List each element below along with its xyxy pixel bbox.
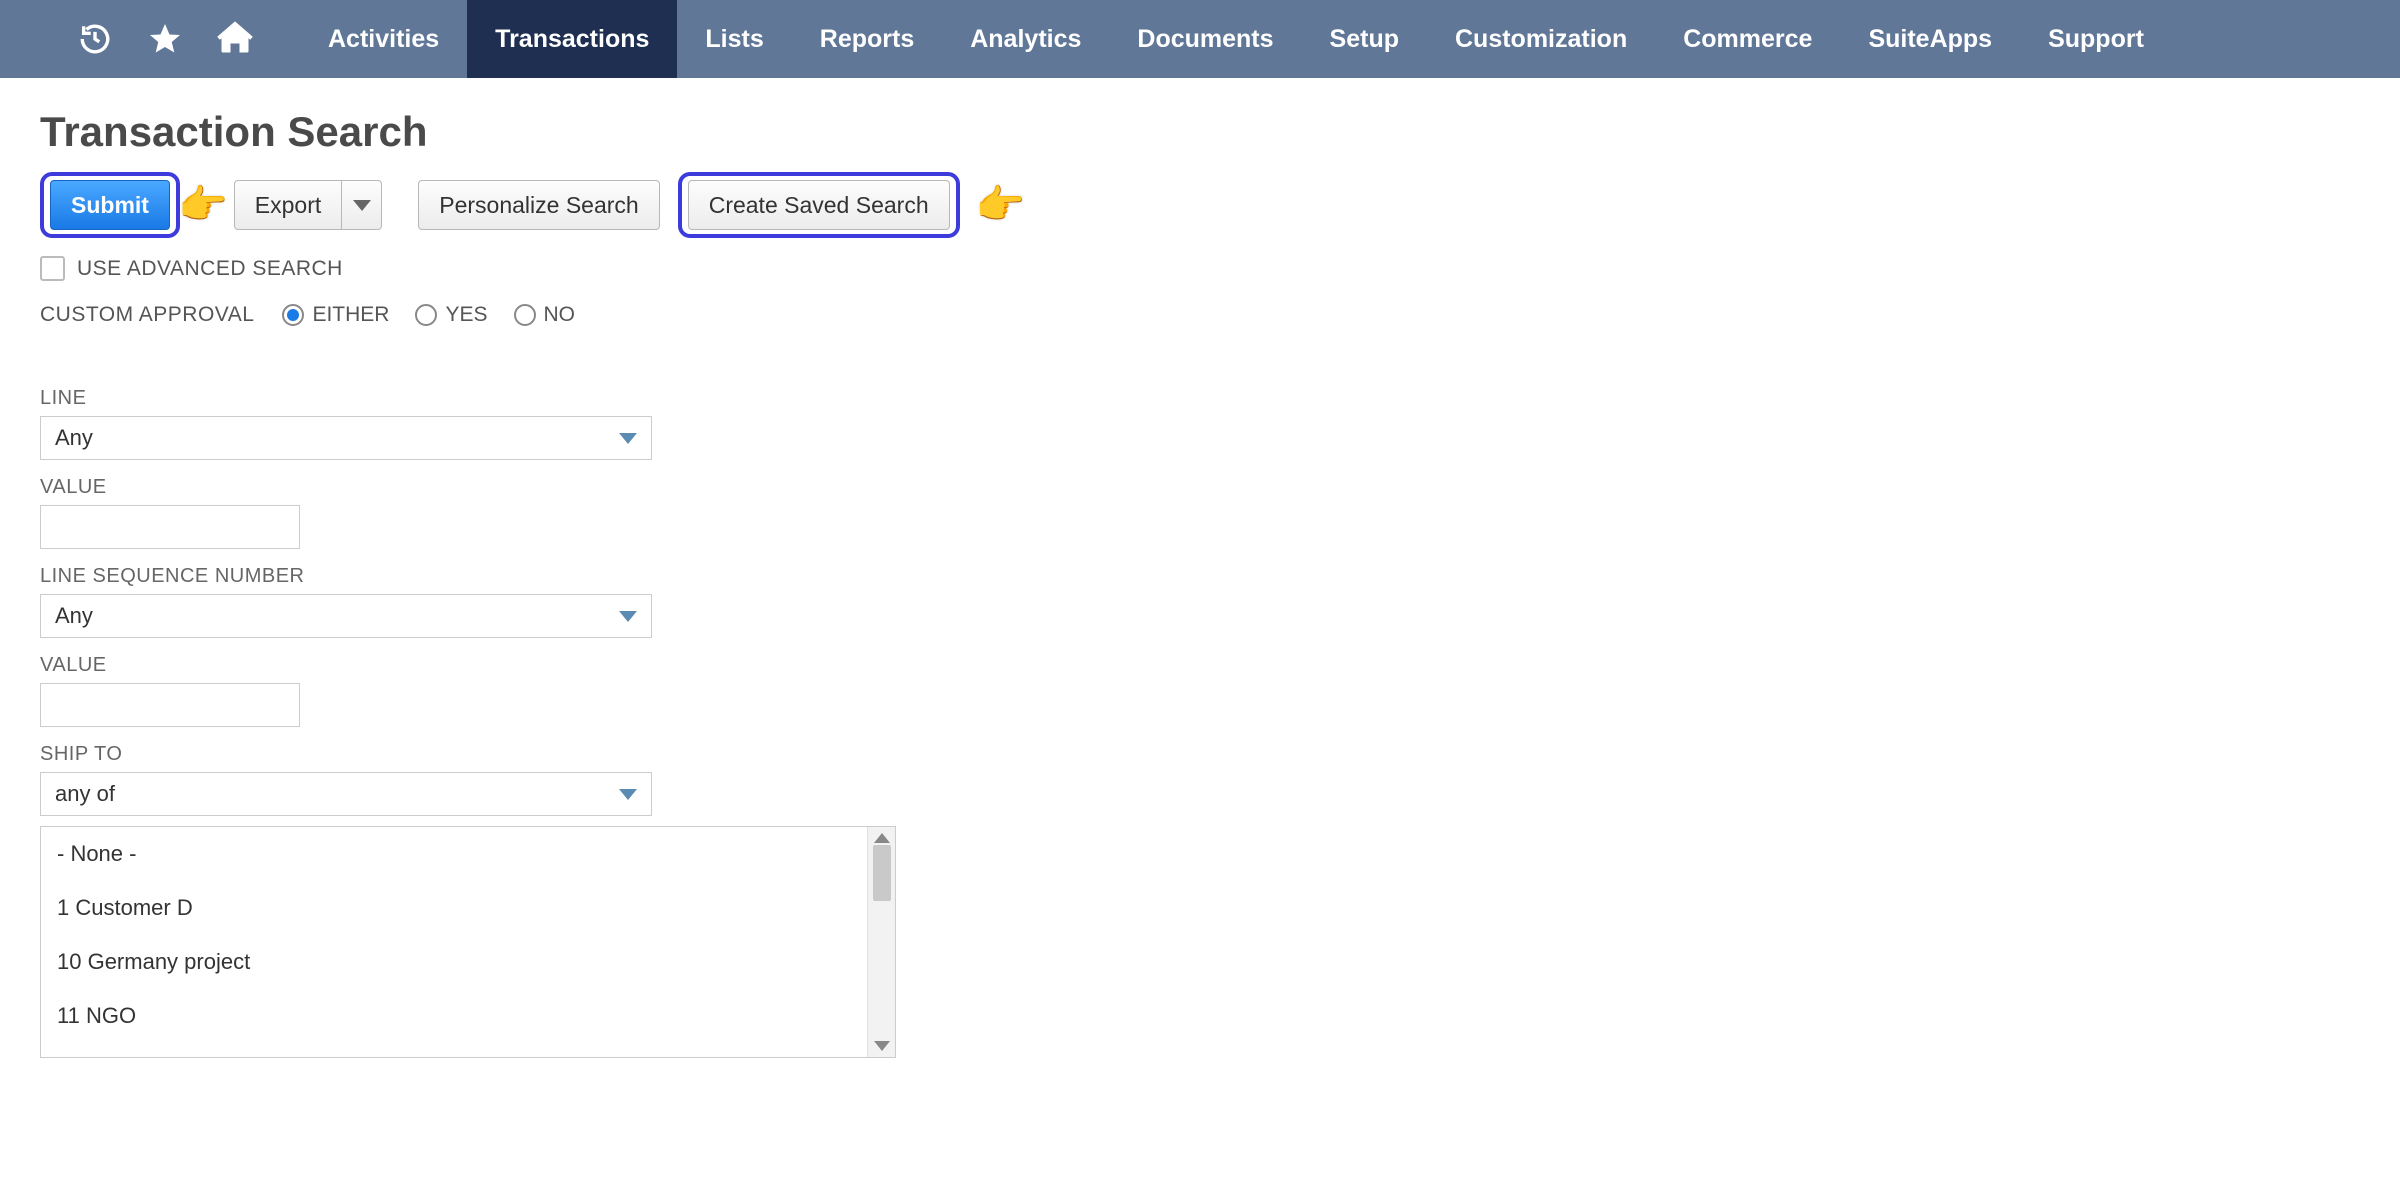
nav-suiteapps[interactable]: SuiteApps: [1840, 0, 2020, 78]
nav-label: Activities: [328, 25, 439, 54]
ship-to-listbox: - None - 1 Customer D 10 Germany project…: [40, 826, 896, 1058]
field-label: LINE: [40, 387, 2360, 410]
nav-label: SuiteApps: [1868, 25, 1992, 54]
radio-icon: [514, 304, 536, 326]
button-label: Submit: [71, 192, 149, 219]
nav-label: Transactions: [495, 25, 649, 54]
select-value: any of: [55, 781, 115, 807]
scroll-up-icon: [874, 833, 890, 843]
field-value-2: VALUE: [40, 654, 2360, 727]
radio-label: EITHER: [312, 303, 389, 327]
nav-label: Reports: [820, 25, 914, 54]
value-1-input[interactable]: [40, 505, 300, 549]
radio-either[interactable]: EITHER: [282, 303, 389, 327]
field-line: LINE Any: [40, 387, 2360, 460]
nav-reports[interactable]: Reports: [792, 0, 942, 78]
value-2-input[interactable]: [40, 683, 300, 727]
field-label: VALUE: [40, 476, 2360, 499]
pointing-hand-icon: 👉: [976, 185, 1026, 225]
create-saved-search-button[interactable]: Create Saved Search: [688, 180, 950, 230]
nav-label: Lists: [705, 25, 763, 54]
button-label: Export: [255, 192, 321, 219]
field-value-1: VALUE: [40, 476, 2360, 549]
nav-label: Support: [2048, 25, 2144, 54]
list-item-label: 1 Customer D: [57, 895, 193, 920]
caret-down-icon: [353, 200, 371, 211]
submit-button[interactable]: Submit: [50, 180, 170, 230]
scrollbar[interactable]: [867, 827, 895, 1057]
nav-setup[interactable]: Setup: [1302, 0, 1427, 78]
field-ship-to: SHIP TO any of - None - 1 Customer D 10 …: [40, 743, 2360, 1058]
nav-label: Customization: [1455, 25, 1627, 54]
nav-customization[interactable]: Customization: [1427, 0, 1655, 78]
select-value: Any: [55, 425, 93, 451]
scroll-track: [868, 843, 895, 1041]
field-line-seq: LINE SEQUENCE NUMBER Any: [40, 565, 2360, 638]
export-split-button: Export: [234, 180, 382, 230]
radio-label: YES: [445, 303, 487, 327]
nav-commerce[interactable]: Commerce: [1655, 0, 1840, 78]
nav-support[interactable]: Support: [2020, 0, 2172, 78]
nav-lists[interactable]: Lists: [677, 0, 791, 78]
pointing-hand-icon: 👉: [178, 185, 228, 225]
radio-no[interactable]: NO: [514, 303, 576, 327]
select-value: Any: [55, 603, 93, 629]
highlight-submit: Submit: [40, 172, 180, 238]
radio-yes[interactable]: YES: [415, 303, 487, 327]
line-select[interactable]: Any: [40, 416, 652, 460]
use-advanced-checkbox[interactable]: [40, 256, 65, 281]
star-icon[interactable]: [130, 0, 200, 78]
custom-approval-row: CUSTOM APPROVAL EITHER YES NO: [40, 303, 2360, 327]
button-label: Personalize Search: [439, 192, 638, 219]
ship-to-listbox-inner[interactable]: - None - 1 Customer D 10 Germany project…: [41, 827, 867, 1057]
scroll-thumb[interactable]: [873, 845, 891, 901]
history-icon[interactable]: [60, 0, 130, 78]
nav-label: Documents: [1137, 25, 1273, 54]
nav-analytics[interactable]: Analytics: [942, 0, 1109, 78]
highlight-create-saved: Create Saved Search: [678, 172, 960, 238]
nav-documents[interactable]: Documents: [1109, 0, 1301, 78]
use-advanced-label: USE ADVANCED SEARCH: [77, 257, 343, 281]
nav-label: Commerce: [1683, 25, 1812, 54]
scroll-down-icon: [874, 1041, 890, 1051]
radio-icon: [282, 304, 304, 326]
button-label: Create Saved Search: [709, 192, 929, 219]
use-advanced-row: USE ADVANCED SEARCH: [40, 256, 2360, 281]
page-title: Transaction Search: [40, 108, 2360, 156]
export-button[interactable]: Export: [234, 180, 342, 230]
nav-label: Analytics: [970, 25, 1081, 54]
topnav: Activities Transactions Lists Reports An…: [0, 0, 2400, 78]
radio-icon: [415, 304, 437, 326]
nav-transactions[interactable]: Transactions: [467, 0, 677, 78]
list-item[interactable]: - None -: [41, 827, 867, 881]
home-icon[interactable]: [200, 0, 270, 78]
field-label: SHIP TO: [40, 743, 2360, 766]
ship-to-operator-select[interactable]: any of: [40, 772, 652, 816]
nav-activities[interactable]: Activities: [300, 0, 467, 78]
field-label: VALUE: [40, 654, 2360, 677]
button-row: Submit 👉 Export Personalize Search Creat…: [40, 172, 2360, 238]
list-item[interactable]: 11 NGO: [41, 989, 867, 1043]
nav-label: Setup: [1330, 25, 1399, 54]
caret-down-icon: [619, 611, 637, 622]
personalize-search-button[interactable]: Personalize Search: [418, 180, 659, 230]
list-item-label: 10 Germany project: [57, 949, 250, 974]
list-item[interactable]: 1 Customer D: [41, 881, 867, 935]
line-seq-select[interactable]: Any: [40, 594, 652, 638]
export-dropdown-caret[interactable]: [342, 180, 382, 230]
field-label: LINE SEQUENCE NUMBER: [40, 565, 2360, 588]
list-item[interactable]: 10 Germany project: [41, 935, 867, 989]
custom-approval-label: CUSTOM APPROVAL: [40, 303, 254, 327]
page: Transaction Search Submit 👉 Export Perso…: [0, 78, 2400, 1078]
radio-label: NO: [544, 303, 576, 327]
caret-down-icon: [619, 433, 637, 444]
caret-down-icon: [619, 789, 637, 800]
list-item-label: 11 NGO: [57, 1003, 136, 1028]
list-item-label: - None -: [57, 841, 136, 866]
